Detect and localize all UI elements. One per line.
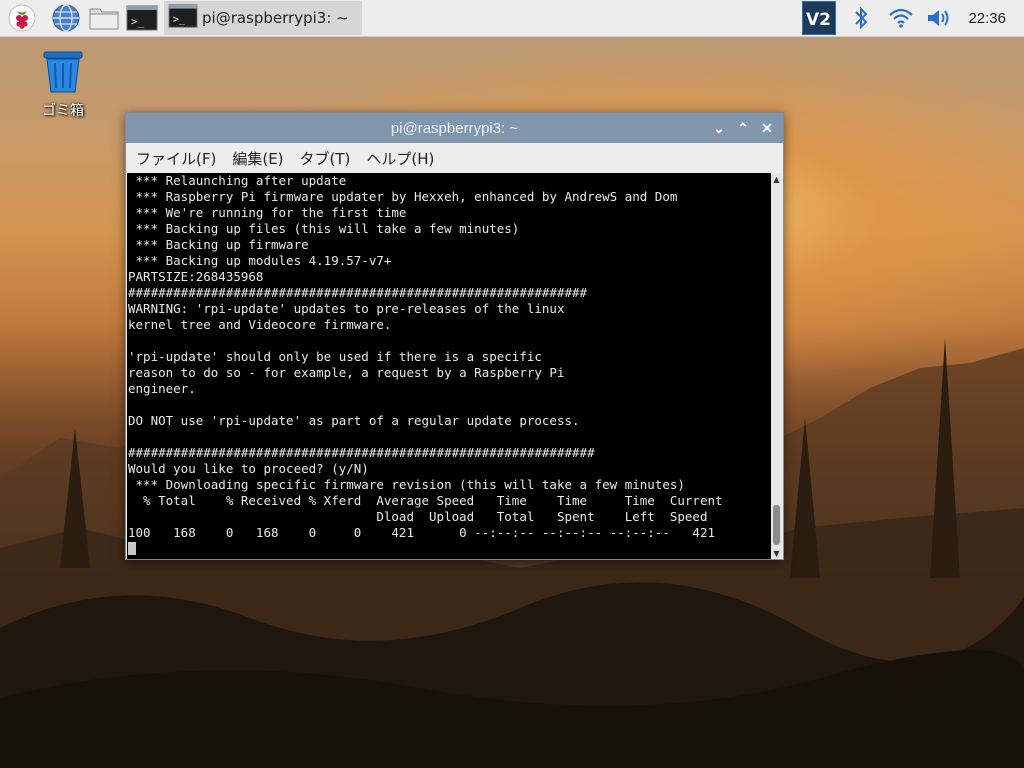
scroll-down-icon[interactable]: ▼ <box>771 547 782 559</box>
raspberry-menu-icon[interactable] <box>6 2 38 34</box>
trash-label: ゴミ箱 <box>42 103 84 119</box>
terminal-line: ########################################… <box>128 285 588 300</box>
terminal-line: Would you like to proceed? (y/N) <box>128 461 369 476</box>
terminal-icon[interactable]: >_ <box>126 2 158 34</box>
minimize-icon[interactable]: ⌄ <box>709 118 729 138</box>
terminal-line: ########################################… <box>128 445 595 460</box>
maximize-icon[interactable]: ⌃ <box>733 118 753 138</box>
terminal-cursor <box>128 542 136 555</box>
terminal-line: Dload Upload Total Spent Left Speed <box>128 509 708 524</box>
volume-icon[interactable] <box>924 3 954 33</box>
terminal-line: reason to do so - for example, a request… <box>128 365 565 380</box>
svg-text:>_: >_ <box>131 15 145 28</box>
terminal-line: *** Backing up files (this will take a f… <box>128 221 520 236</box>
terminal-line: % Total % Received % Xferd Average Speed… <box>128 493 723 508</box>
terminal-icon: >_ <box>168 3 198 33</box>
terminal-line: *** Relaunching after update <box>128 173 347 188</box>
terminal-output[interactable]: *** Relaunching after update *** Raspber… <box>127 173 772 559</box>
menu-file[interactable]: ファイル(F) <box>136 148 216 169</box>
bluetooth-icon[interactable] <box>848 3 874 33</box>
terminal-line: *** Backing up modules 4.19.57-v7+ <box>128 253 392 268</box>
taskbar: >_ >_ pi@raspberrypi3: ~ V2 22:36 <box>0 0 1024 37</box>
terminal-line: *** Backing up firmware <box>128 237 309 252</box>
terminal-line: WARNING: 'rpi-update' updates to pre-rel… <box>128 301 565 316</box>
vnc-icon[interactable]: V2 <box>802 1 837 35</box>
web-browser-icon[interactable] <box>50 2 82 34</box>
svg-text:>_: >_ <box>173 15 186 26</box>
window-titlebar[interactable]: pi@raspberrypi3: ~ ⌄ ⌃ ✕ <box>126 113 783 143</box>
terminal-line: 'rpi-update' should only be used if ther… <box>128 349 542 364</box>
taskbar-window-title: pi@raspberrypi3: ~ <box>202 9 349 27</box>
clock[interactable]: 22:36 <box>968 10 1006 27</box>
wifi-icon[interactable] <box>886 3 916 33</box>
file-manager-icon[interactable] <box>88 2 120 34</box>
terminal-line: *** Downloading specific firmware revisi… <box>128 477 685 492</box>
terminal-line: PARTSIZE:268435968 <box>128 269 264 284</box>
trash-icon <box>43 51 83 93</box>
taskbar-window-button[interactable]: >_ pi@raspberrypi3: ~ <box>164 1 362 35</box>
terminal-line: engineer. <box>128 381 196 396</box>
scrollbar-thumb[interactable] <box>773 505 780 545</box>
menu-help[interactable]: ヘルプ(H) <box>366 148 434 169</box>
menu-tabs[interactable]: タブ(T) <box>300 148 351 169</box>
menu-edit[interactable]: 編集(E) <box>232 148 283 169</box>
terminal-line: 100 168 0 168 0 0 421 0 --:--:-- --:--:-… <box>128 525 715 540</box>
scroll-up-icon[interactable]: ▲ <box>771 173 782 185</box>
terminal-line: *** We're running for the first time <box>128 205 407 220</box>
window-menubar: ファイル(F) 編集(E) タブ(T) ヘルプ(H) <box>126 143 783 173</box>
terminal-window: pi@raspberrypi3: ~ ⌄ ⌃ ✕ ファイル(F) 編集(E) タ… <box>125 112 784 560</box>
terminal-text: *** Relaunching after update *** Raspber… <box>128 173 772 541</box>
window-title: pi@raspberrypi3: ~ <box>390 119 519 137</box>
system-tray: V2 22:36 <box>802 0 1024 36</box>
terminal-line: *** Raspberry Pi firmware updater by Hex… <box>128 189 678 204</box>
terminal-line: DO NOT use 'rpi-update' as part of a reg… <box>128 413 580 428</box>
close-icon[interactable]: ✕ <box>757 118 777 138</box>
terminal-scrollbar[interactable]: ▲ ▼ <box>771 173 782 559</box>
svg-text:V2: V2 <box>806 10 831 30</box>
terminal-line: kernel tree and Videocore firmware. <box>128 317 392 332</box>
trash-desktop-icon[interactable]: ゴミ箱 <box>34 50 92 120</box>
